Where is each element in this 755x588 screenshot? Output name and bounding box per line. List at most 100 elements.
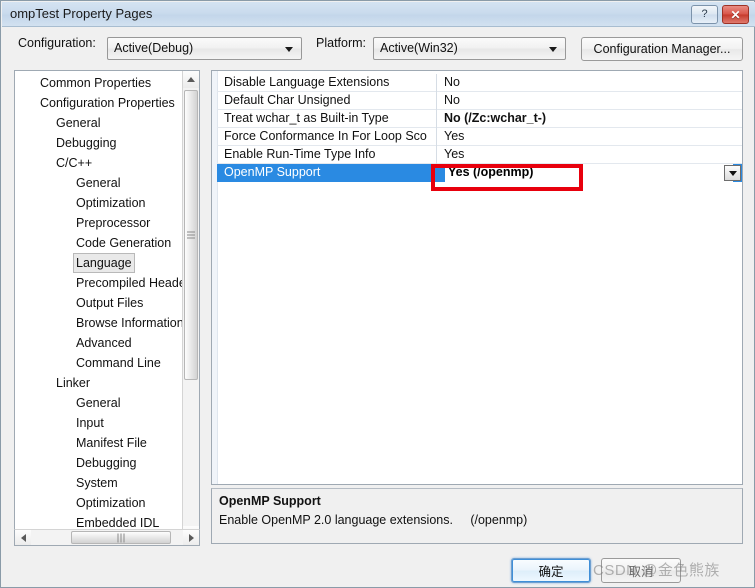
property-row[interactable]: Treat wchar_t as Built-in Type No (/Zc:wc… — [217, 110, 742, 128]
tree-item-label: Input — [76, 416, 104, 430]
tree-item[interactable]: Browse Information — [15, 313, 183, 333]
property-value: Yes — [444, 147, 465, 161]
tree-item-label: General — [76, 176, 121, 190]
tree-item[interactable]: Language — [15, 253, 183, 273]
help-button[interactable]: ? — [691, 5, 718, 24]
scroll-right-arrow-icon[interactable] — [183, 530, 199, 545]
value-dropdown-button[interactable] — [724, 165, 741, 181]
property-row[interactable]: Default Char Unsigned No — [217, 92, 742, 110]
property-row[interactable]: Force Conformance In For Loop Sco Yes — [217, 128, 742, 146]
tree-item[interactable]: System — [15, 473, 183, 493]
properties-tree: Common Properties Configuration Propertie… — [15, 73, 183, 533]
column-divider — [436, 110, 437, 128]
chevron-down-icon — [549, 47, 557, 52]
tree-item[interactable]: General — [15, 113, 183, 133]
tree-item[interactable]: Optimization — [15, 193, 183, 213]
window-title: ompTest Property Pages — [10, 6, 153, 21]
tree-item[interactable]: C/C++ — [15, 153, 183, 173]
scroll-up-arrow-icon[interactable] — [183, 71, 199, 88]
tree-item[interactable]: Command Line — [15, 353, 183, 373]
property-row[interactable]: OpenMP Support Yes (/openmp) — [217, 164, 742, 182]
tree-item[interactable]: Code Generation — [15, 233, 183, 253]
tree-item-label: Configuration Properties — [40, 96, 175, 110]
tree-item-label: General — [76, 396, 121, 410]
tree-item-label: Command Line — [76, 356, 161, 370]
tree-item-label: Optimization — [76, 496, 146, 510]
column-divider — [436, 92, 437, 110]
tree-item-label: Browse Information — [76, 316, 183, 330]
property-name: Enable Run-Time Type Info — [224, 147, 376, 161]
cancel-button[interactable]: 取消 — [601, 558, 681, 583]
platform-value: Active(Win32) — [380, 41, 458, 55]
tree-item[interactable]: Linker — [15, 373, 183, 393]
tree-item-label: Common Properties — [40, 76, 152, 90]
column-divider — [436, 128, 437, 146]
tree-item[interactable]: Common Properties — [15, 73, 183, 93]
tree-hscroll-thumb[interactable] — [71, 531, 171, 544]
configuration-value: Active(Debug) — [114, 41, 194, 55]
property-grid: Disable Language Extensions No Default Cha… — [211, 70, 743, 485]
property-name: OpenMP Support — [224, 165, 321, 179]
editor-caret — [438, 164, 445, 182]
tree-item[interactable]: Precompiled Headers — [15, 273, 183, 293]
property-row[interactable]: Disable Language Extensions No — [217, 74, 742, 92]
close-button[interactable]: ✕ — [722, 5, 749, 24]
tree-item[interactable]: Input — [15, 413, 183, 433]
configuration-label: Configuration: — [18, 36, 96, 50]
tree-item[interactable]: General — [15, 393, 183, 413]
platform-dropdown[interactable]: Active(Win32) — [373, 37, 566, 60]
property-name: Disable Language Extensions — [224, 75, 390, 89]
tree-item-label: C/C++ — [56, 156, 93, 170]
tree-item-label: Code Generation — [76, 236, 172, 250]
tree-item[interactable]: General — [15, 173, 183, 193]
tree-item[interactable]: Output Files — [15, 293, 183, 313]
property-value: No — [444, 93, 460, 107]
tree-vscroll-thumb[interactable] — [184, 90, 198, 380]
description-body: Enable OpenMP 2.0 language extensions. (… — [219, 513, 528, 527]
configuration-manager-button[interactable]: Configuration Manager... — [581, 37, 743, 61]
tree-vertical-scrollbar[interactable] — [182, 71, 199, 543]
description-title: OpenMP Support — [219, 494, 321, 508]
property-pages-window: ompTest Property Pages ? ✕ Configuration… — [0, 0, 755, 588]
tree-item[interactable]: Configuration Properties — [15, 93, 183, 113]
tree-item[interactable]: Optimization — [15, 493, 183, 513]
property-value: No — [444, 75, 460, 89]
title-bar: ompTest Property Pages ? ✕ — [2, 2, 755, 27]
property-row[interactable]: Enable Run-Time Type Info Yes — [217, 146, 742, 164]
tree-item-label: System — [76, 476, 118, 490]
chevron-down-icon — [285, 47, 293, 52]
description-panel: OpenMP Support Enable OpenMP 2.0 languag… — [211, 488, 743, 544]
tree-item-label: Manifest File — [76, 436, 147, 450]
platform-label: Platform: — [316, 36, 367, 50]
tree-horizontal-scrollbar[interactable] — [14, 529, 200, 546]
property-value-editor[interactable]: Yes (/openmp) — [438, 164, 733, 182]
tree-item[interactable]: Advanced — [15, 333, 183, 353]
tree-item[interactable]: Manifest File — [15, 433, 183, 453]
close-icon: ✕ — [730, 7, 741, 22]
tree-item-label: Advanced — [76, 336, 132, 350]
scroll-left-arrow-icon[interactable] — [15, 530, 31, 545]
tree-item-label: Optimization — [76, 196, 146, 210]
tree-item[interactable]: Debugging — [15, 453, 183, 473]
column-divider — [436, 74, 437, 92]
column-divider — [436, 146, 437, 164]
property-name: Default Char Unsigned — [224, 93, 351, 107]
property-value: No (/Zc:wchar_t-) — [444, 111, 547, 125]
ok-button[interactable]: 确定 — [511, 558, 591, 583]
property-value: Yes — [444, 129, 465, 143]
tree-item-label: General — [56, 116, 101, 130]
configuration-dropdown[interactable]: Active(Debug) — [107, 37, 302, 60]
chevron-down-icon — [728, 170, 737, 176]
property-name: Treat wchar_t as Built-in Type — [224, 111, 389, 125]
column-divider — [436, 164, 437, 182]
tree-item-label: Output Files — [76, 296, 144, 310]
tree-item[interactable]: Preprocessor — [15, 213, 183, 233]
tree-item-label: Preprocessor — [76, 216, 151, 230]
tree-item[interactable]: Debugging — [15, 133, 183, 153]
tree-item-label: Precompiled Headers — [76, 276, 183, 290]
property-name: Force Conformance In For Loop Sco — [224, 129, 427, 143]
question-mark-icon: ? — [701, 8, 708, 20]
tree-item-label: Language — [73, 253, 135, 273]
tree-item-label: Linker — [56, 376, 91, 390]
tree-item-label: Debugging — [76, 456, 137, 470]
